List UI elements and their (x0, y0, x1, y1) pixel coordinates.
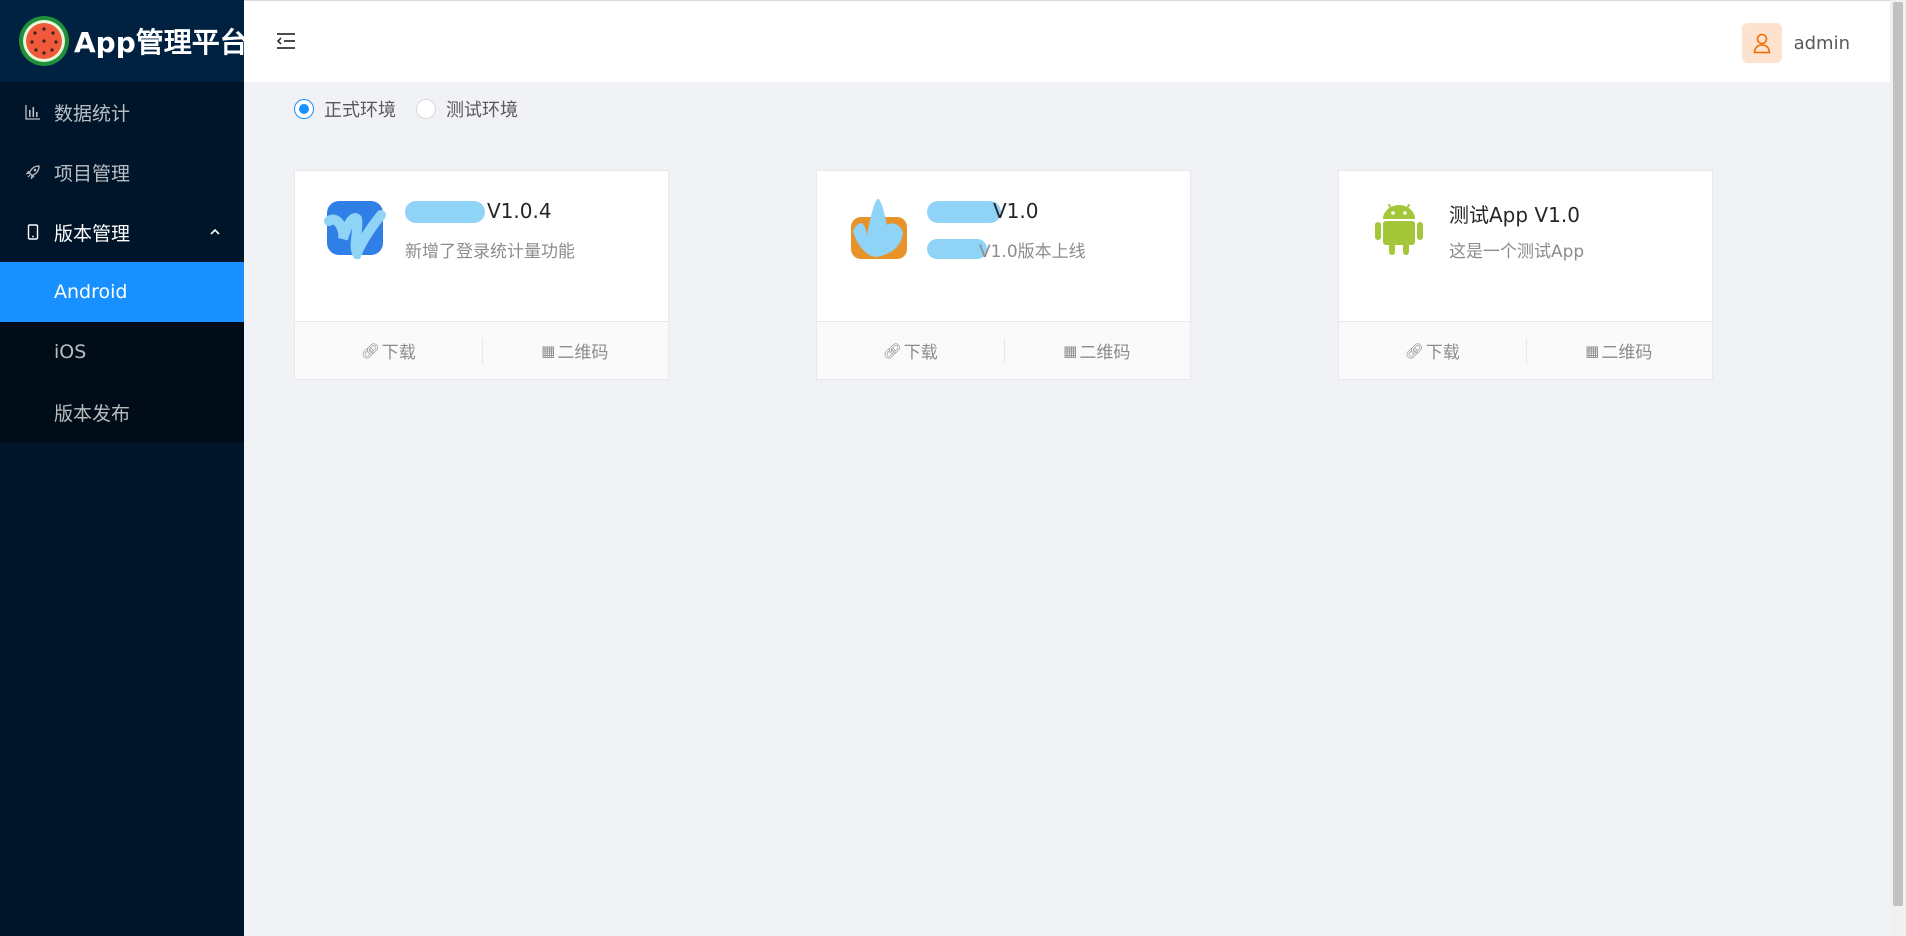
sidebar: App管理平台 数据统计 项目管理 版本管理 Android iOS 版本发布 (0, 0, 248, 936)
logo[interactable]: App管理平台 (0, 0, 248, 82)
avatar[interactable] (1741, 23, 1782, 63)
sidebar-item-release[interactable]: 版本发布 (0, 382, 244, 442)
top-header: admin (244, 0, 1890, 82)
card-description: 新增了登录统计量功能 (405, 242, 575, 262)
app-card: V1.0 V1.0版本上线 🔗︎ 下载 ▦ 二维码 (816, 170, 1191, 380)
link-icon: 🔗︎ (360, 341, 380, 360)
qrcode-label: 二维码 (1601, 343, 1653, 363)
app-icon-redacted (845, 195, 909, 259)
card-actions: 🔗︎ 下载 ▦ 二维码 (1339, 321, 1712, 379)
sidebar-item-version[interactable]: 版本管理 (0, 202, 244, 262)
download-label: 下载 (1425, 343, 1460, 363)
bar-chart-icon (24, 103, 42, 121)
redaction-mark (927, 239, 987, 259)
qrcode-icon: ▦ (1063, 341, 1078, 360)
sidebar-item-project[interactable]: 项目管理 (0, 142, 244, 202)
sidebar-item-label: 数据统计 (54, 102, 131, 125)
radio-circle-checked[interactable] (294, 99, 314, 119)
app-icon-redacted (323, 195, 387, 265)
link-icon: 🔗︎ (882, 341, 902, 360)
app-title: App管理平台 (74, 26, 248, 59)
card-body: V1.0.4 新增了登录统计量功能 (295, 171, 668, 321)
link-icon: 🔗︎ (1404, 341, 1424, 360)
sidebar-menu: 数据统计 项目管理 版本管理 (0, 82, 244, 262)
sidebar-item-label: 项目管理 (54, 162, 131, 185)
redaction-mark (927, 201, 1001, 223)
download-button[interactable]: 🔗︎ 下载 (1339, 322, 1526, 379)
menu-fold-icon[interactable] (274, 29, 298, 53)
qrcode-label: 二维码 (557, 343, 609, 363)
download-button[interactable]: 🔗︎ 下载 (295, 322, 482, 379)
android-icon (1367, 195, 1431, 259)
qrcode-button[interactable]: ▦ 二维码 (1525, 322, 1713, 379)
mobile-icon (24, 223, 42, 241)
card-description: V1.0版本上线 (979, 242, 1086, 262)
rocket-icon (24, 163, 42, 181)
card-title: V1.0.4 (487, 199, 552, 223)
radio-production[interactable]: 正式环境 (294, 96, 396, 122)
version-submenu: Android iOS 版本发布 (0, 262, 244, 442)
app-card: 测试App V1.0 这是一个测试App 🔗︎ 下载 ▦ 二维码 (1338, 170, 1713, 380)
qrcode-button[interactable]: ▦ 二维码 (1003, 322, 1191, 379)
download-button[interactable]: 🔗︎ 下载 (817, 322, 1004, 379)
radio-circle[interactable] (416, 99, 436, 119)
qrcode-icon: ▦ (1585, 341, 1600, 360)
chevron-up-icon[interactable] (208, 225, 222, 239)
download-label: 下载 (903, 343, 938, 363)
qrcode-button[interactable]: ▦ 二维码 (481, 322, 669, 379)
main-content: 正式环境 测试环境 V1.0.4 新增了登录统计量功能 🔗︎ 下载 ▦ 二维码 … (244, 82, 1890, 936)
radio-label: 正式环境 (324, 100, 396, 121)
radio-label: 测试环境 (446, 100, 518, 121)
card-actions: 🔗︎ 下载 ▦ 二维码 (295, 321, 668, 379)
user-menu[interactable]: admin (1741, 23, 1850, 63)
app-card: V1.0.4 新增了登录统计量功能 🔗︎ 下载 ▦ 二维码 (294, 170, 669, 380)
vertical-scrollbar[interactable] (1890, 0, 1906, 936)
qrcode-label: 二维码 (1079, 343, 1131, 363)
sidebar-item-android[interactable]: Android (0, 262, 244, 322)
sidebar-item-label: 版本管理 (54, 222, 131, 245)
radio-test[interactable]: 测试环境 (416, 96, 518, 122)
redaction-mark (405, 201, 485, 223)
sidebar-item-ios[interactable]: iOS (0, 322, 244, 382)
download-label: 下载 (381, 343, 416, 363)
username: admin (1793, 32, 1850, 54)
card-actions: 🔗︎ 下载 ▦ 二维码 (817, 321, 1190, 379)
user-icon (1753, 33, 1770, 54)
qrcode-icon: ▦ (541, 341, 556, 360)
watermelon-logo-icon (19, 16, 69, 66)
card-title: 测试App V1.0 (1449, 203, 1580, 227)
card-title: V1.0 (993, 199, 1039, 223)
card-description: 这是一个测试App (1449, 242, 1585, 262)
card-body: V1.0 V1.0版本上线 (817, 171, 1190, 321)
scrollbar-thumb[interactable] (1893, 2, 1903, 906)
environment-radio-group: 正式环境 测试环境 (294, 96, 538, 122)
sidebar-item-data-stats[interactable]: 数据统计 (0, 82, 244, 142)
card-body: 测试App V1.0 这是一个测试App (1339, 171, 1712, 321)
